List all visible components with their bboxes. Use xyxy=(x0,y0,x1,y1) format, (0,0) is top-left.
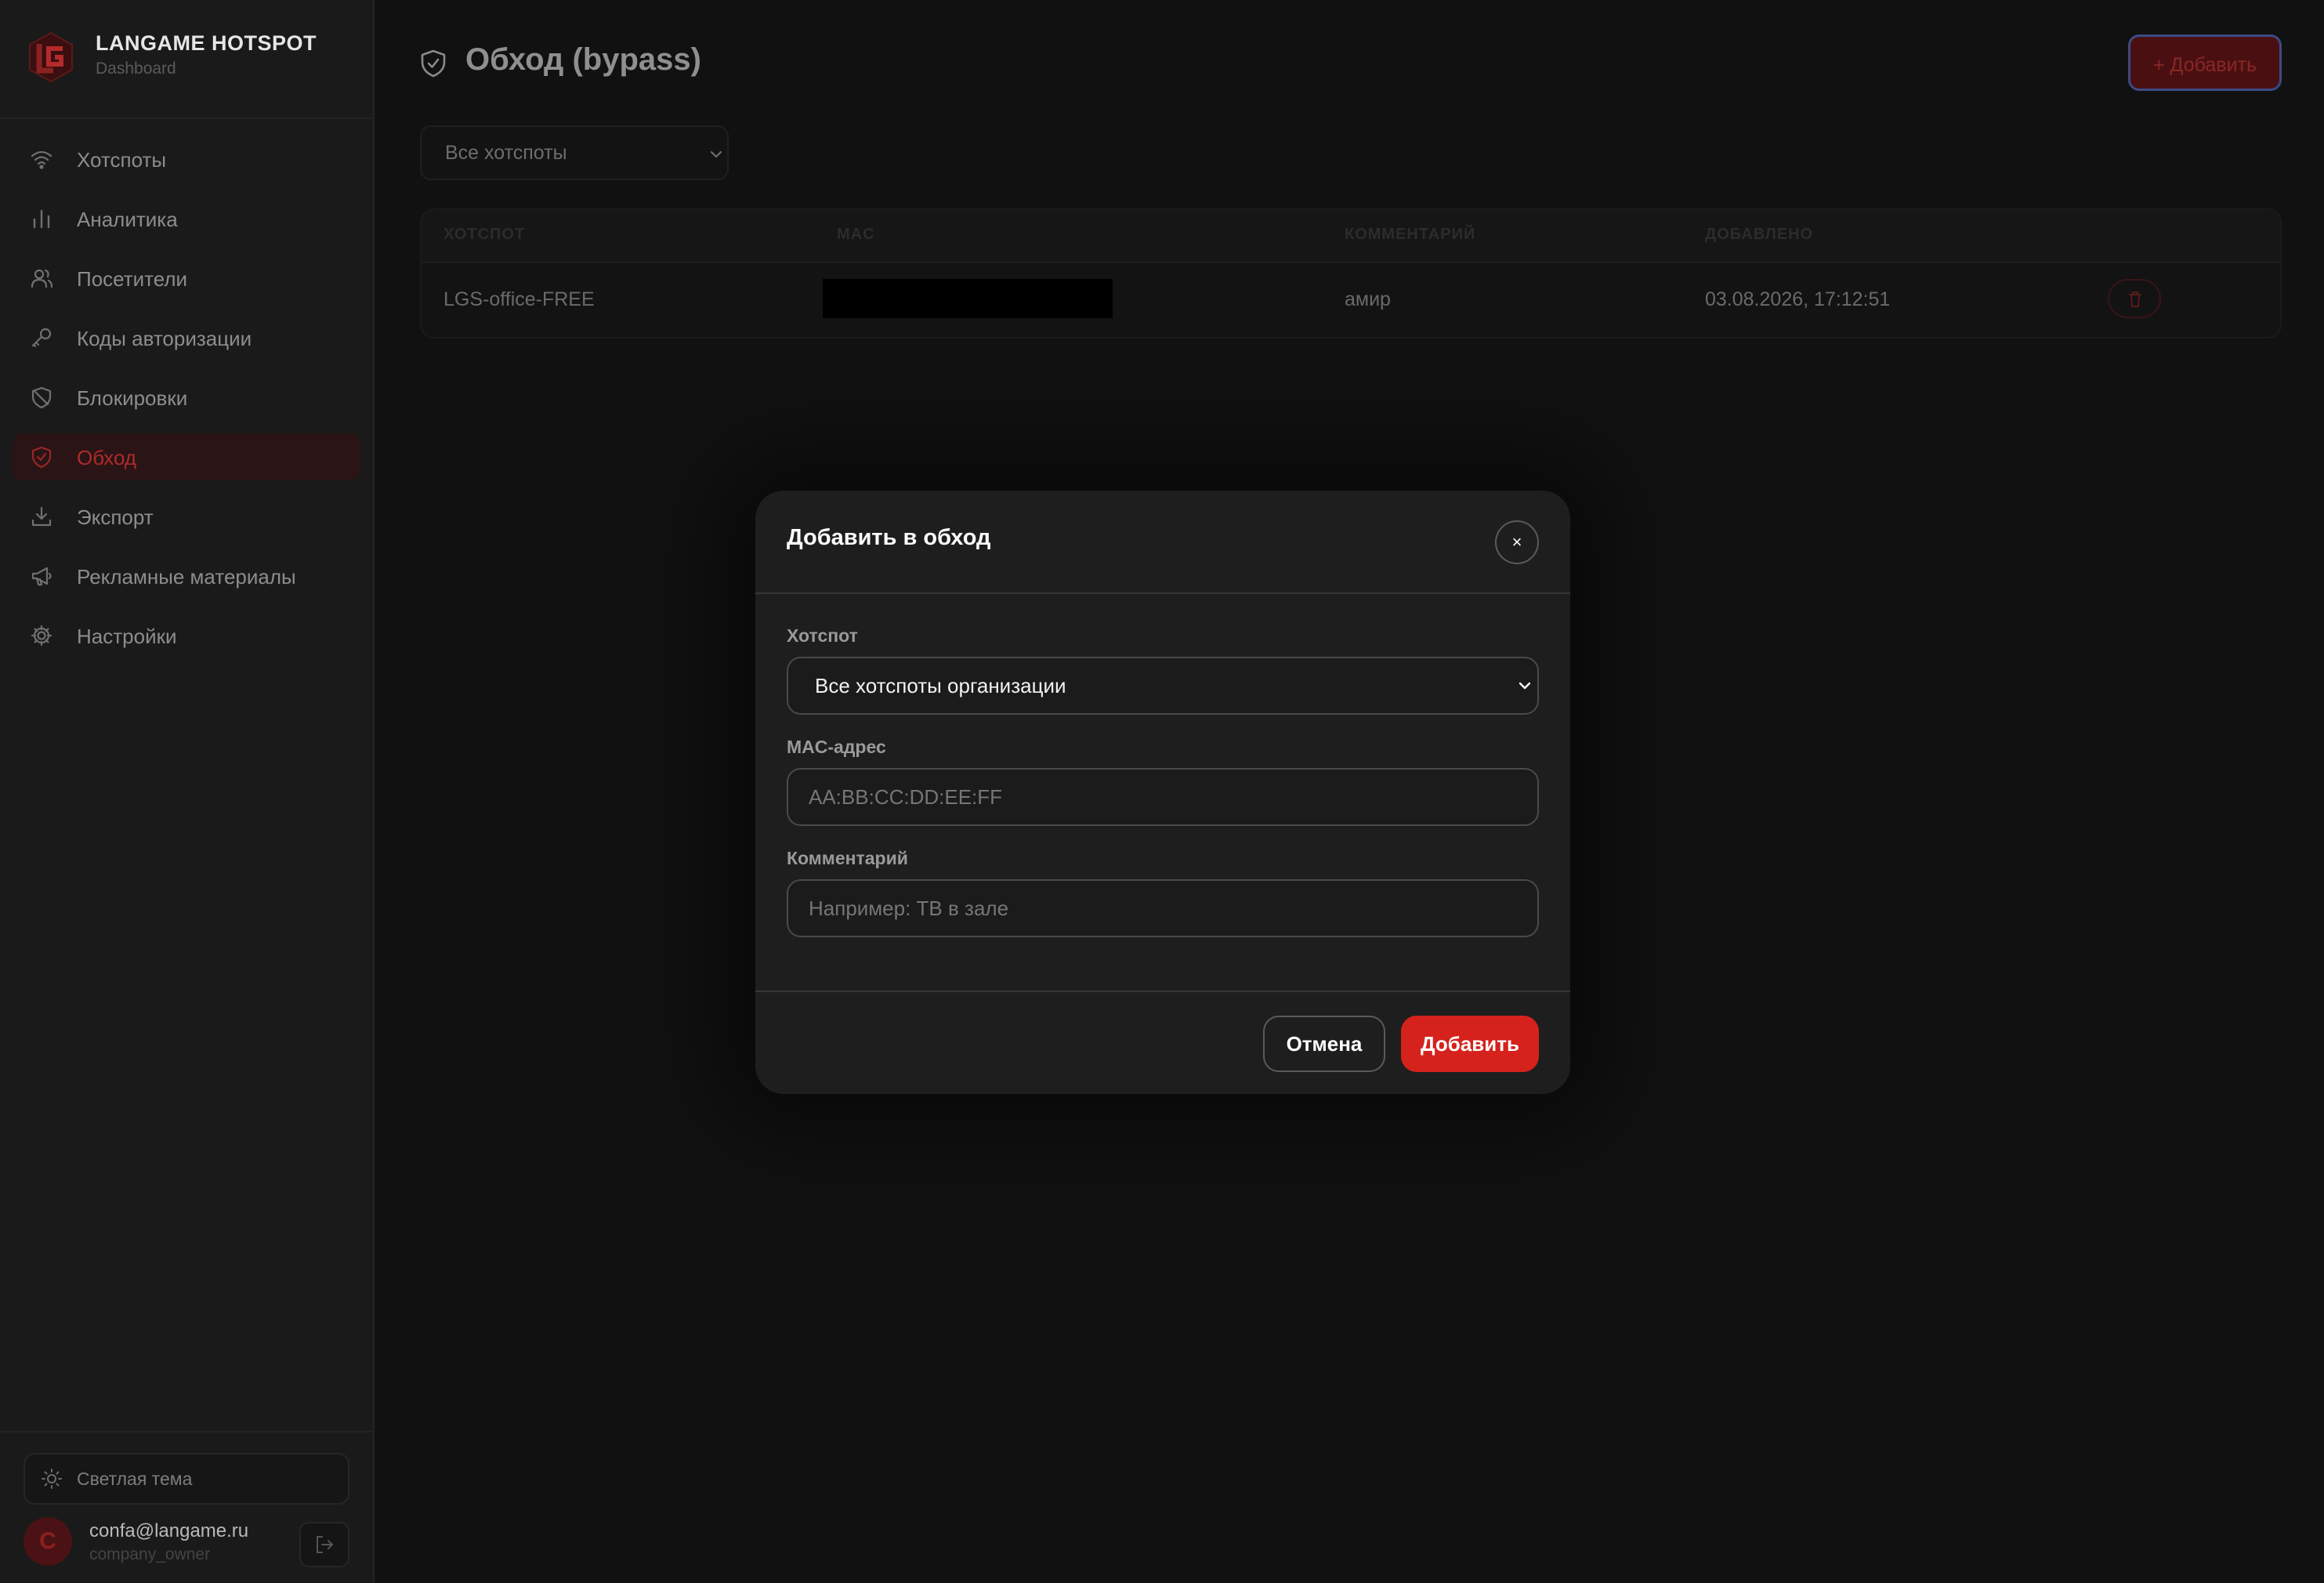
sidebar-item-label: Обход xyxy=(77,446,137,469)
add-bypass-button[interactable]: + Добавить xyxy=(2128,34,2282,91)
cancel-button[interactable]: Отмена xyxy=(1263,1016,1385,1072)
chevron-down-icon xyxy=(710,150,722,158)
sidebar-bottom-divider xyxy=(0,1431,373,1433)
table-header: ХОТСПОТ MAC КОММЕНТАРИЙ ДОБАВЛЕНО xyxy=(422,210,2280,263)
wifi-icon xyxy=(31,150,52,169)
add-bypass-modal: Добавить в обход × Хотспот Все хотспоты … xyxy=(755,491,1570,1094)
sidebar-item-analytics[interactable]: Аналитика xyxy=(13,195,360,242)
logout-icon xyxy=(317,1536,333,1553)
sidebar-item-label: Экспорт xyxy=(77,505,154,529)
chevron-down-icon xyxy=(1519,682,1531,690)
sun-icon xyxy=(42,1469,62,1489)
column-header-comment: КОММЕНТАРИЙ xyxy=(1345,226,1476,243)
sidebar-item-label: Настройки xyxy=(77,625,177,648)
page-title: Обход (bypass) xyxy=(465,42,701,77)
sidebar-item-hotspots[interactable]: Хотспоты xyxy=(13,136,360,183)
sidebar-divider xyxy=(0,118,373,119)
shield-off-icon xyxy=(31,386,52,409)
comment-field-label: Комментарий xyxy=(787,848,908,868)
modal-title: Добавить в обход xyxy=(787,525,991,550)
hotspot-field-label: Хотспот xyxy=(787,625,858,646)
sidebar-item-label: Хотспоты xyxy=(77,148,167,172)
bar-chart-icon xyxy=(33,209,50,229)
cell-comment: амир xyxy=(1345,288,1391,310)
comment-input[interactable]: Например: ТВ в зале xyxy=(787,879,1539,937)
modal-header-divider xyxy=(755,592,1570,594)
megaphone-icon xyxy=(31,567,52,586)
hotspot-filter-select[interactable]: Все хотспоты xyxy=(420,125,729,180)
hotspot-select[interactable]: Все хотспоты организации xyxy=(787,657,1539,715)
brand-name: LANGAME HOTSPOT xyxy=(96,31,317,55)
sidebar-item-auth-codes[interactable]: Коды авторизации xyxy=(13,314,360,361)
sidebar-item-visitors[interactable]: Посетители xyxy=(13,255,360,302)
sidebar-nav: Хотспоты Аналитика Посетители Коды автор… xyxy=(0,136,373,672)
sidebar-item-ad-materials[interactable]: Рекламные материалы xyxy=(13,552,360,600)
mac-address-placeholder: AA:BB:CC:DD:EE:FF xyxy=(809,785,1003,809)
sidebar: LANGAME HOTSPOT Dashboard Хотспоты Анали… xyxy=(0,0,375,1583)
key-icon xyxy=(31,328,52,348)
cell-added: 03.08.2026, 17:12:51 xyxy=(1705,288,1891,310)
download-icon xyxy=(31,506,52,527)
comment-placeholder: Например: ТВ в зале xyxy=(809,897,1009,920)
column-header-added: ДОБАВЛЕНО xyxy=(1705,226,1814,243)
brand-subtitle: Dashboard xyxy=(96,60,176,78)
theme-toggle-button[interactable]: Светлая тема xyxy=(24,1453,349,1505)
sidebar-item-settings[interactable]: Настройки xyxy=(13,612,360,659)
user-profile: C confa@langame.ru company_owner xyxy=(24,1517,353,1572)
cell-hotspot: LGS-office-FREE xyxy=(443,288,595,310)
sidebar-item-label: Аналитика xyxy=(77,208,178,231)
hotspot-select-value: Все хотспоты организации xyxy=(815,674,1066,697)
submit-add-button[interactable]: Добавить xyxy=(1401,1016,1539,1072)
shield-check-icon xyxy=(31,446,52,469)
close-button[interactable]: × xyxy=(1495,520,1539,564)
cell-mac-redacted xyxy=(823,279,1113,318)
sidebar-item-bypass[interactable]: Обход xyxy=(13,433,360,480)
hotspot-filter-value: Все хотспоты xyxy=(445,142,567,164)
langame-logo-icon xyxy=(29,31,73,83)
sidebar-item-label: Посетители xyxy=(77,267,188,291)
modal-footer-divider xyxy=(755,991,1570,992)
sidebar-item-label: Блокировки xyxy=(77,386,188,410)
mac-address-input[interactable]: AA:BB:CC:DD:EE:FF xyxy=(787,768,1539,826)
gear-icon xyxy=(31,625,52,647)
avatar: C xyxy=(24,1517,72,1566)
delete-button[interactable] xyxy=(2108,279,2161,318)
bypass-table: ХОТСПОТ MAC КОММЕНТАРИЙ ДОБАВЛЕНО LGS-of… xyxy=(420,208,2282,339)
sidebar-item-label: Коды авторизации xyxy=(77,327,252,350)
users-icon xyxy=(31,269,53,288)
user-email: confa@langame.ru xyxy=(89,1520,249,1541)
user-role: company_owner xyxy=(89,1545,211,1563)
sidebar-item-blocks[interactable]: Блокировки xyxy=(13,374,360,421)
mac-field-label: MAC-адрес xyxy=(787,737,886,757)
column-header-mac: MAC xyxy=(837,226,875,243)
theme-toggle-label: Светлая тема xyxy=(77,1469,193,1489)
sidebar-item-label: Рекламные материалы xyxy=(77,565,296,589)
trash-icon xyxy=(2129,292,2141,307)
column-header-hotspot: ХОТСПОТ xyxy=(443,226,526,243)
logout-button[interactable] xyxy=(299,1522,349,1567)
shield-check-icon xyxy=(421,49,446,78)
sidebar-item-export[interactable]: Экспорт xyxy=(13,493,360,540)
